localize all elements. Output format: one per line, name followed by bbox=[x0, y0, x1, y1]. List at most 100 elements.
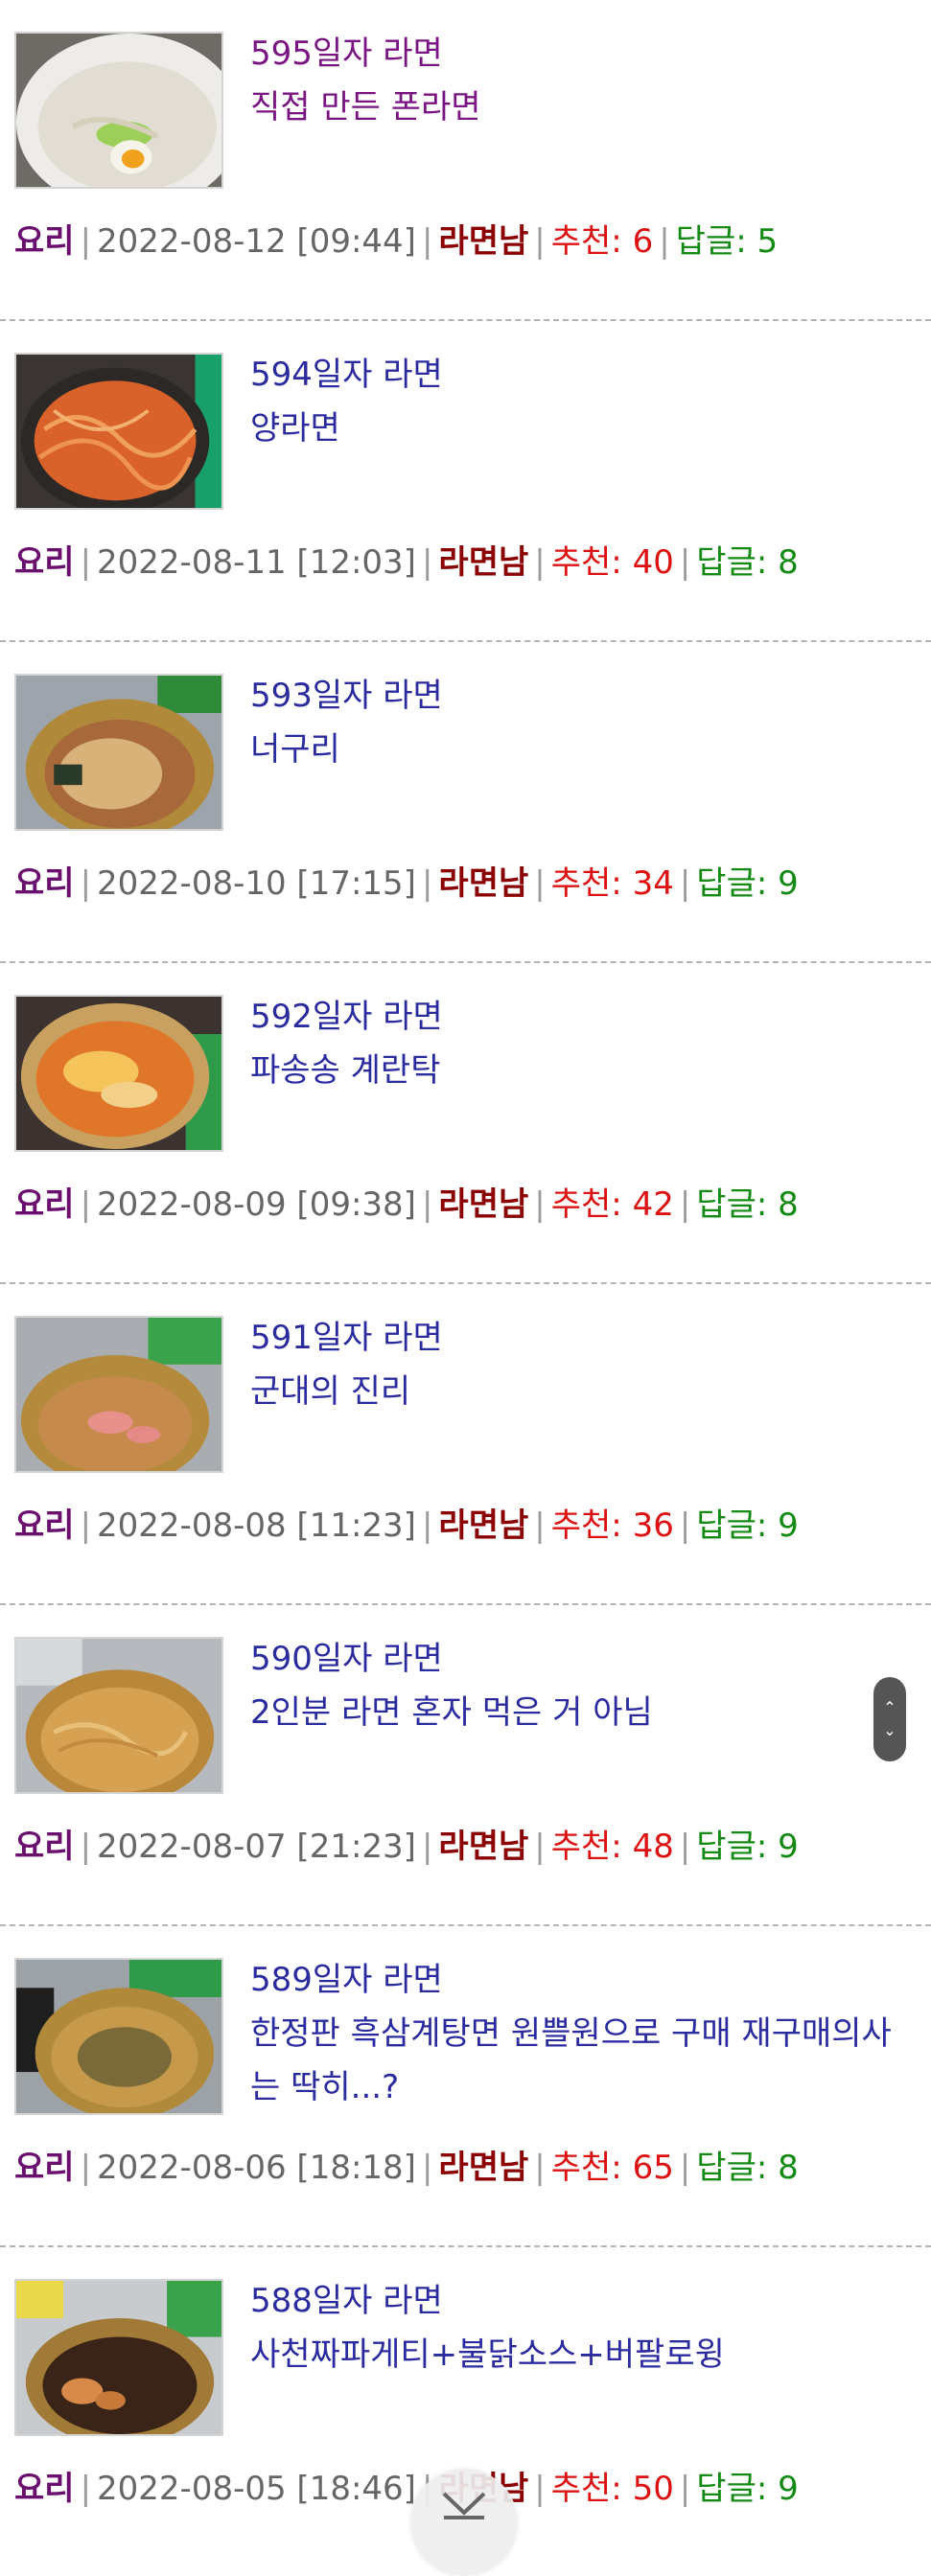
separator: | bbox=[421, 2149, 433, 2187]
chevron-down-icon: ⌄ bbox=[883, 1721, 896, 1739]
separator: | bbox=[421, 1828, 433, 1866]
recommend-count: 48 bbox=[632, 1828, 674, 1866]
category-label[interactable]: 요리 bbox=[14, 222, 75, 261]
author-name[interactable]: 라면남 bbox=[438, 1185, 528, 1224]
post-thumbnail[interactable] bbox=[14, 1958, 223, 2115]
separator: | bbox=[421, 222, 433, 261]
separator: | bbox=[679, 1185, 691, 1224]
separator: | bbox=[679, 864, 691, 903]
author-name[interactable]: 라면남 bbox=[438, 1828, 528, 1866]
post-day-link[interactable]: 595일자 라면 bbox=[250, 27, 902, 80]
post-date: 2022-08-08 [11:23] bbox=[97, 1506, 416, 1545]
post-meta: 요리 | 2022-08-10 [17:15] | 라면남 | 추천: 34 | 답글: 9 bbox=[14, 857, 799, 910]
list-item: 589일자 라면 한정판 흑삼계탕면 원쁠원으로 구매 재구매의사는 딱히...… bbox=[0, 1926, 931, 2247]
separator: | bbox=[679, 1828, 691, 1866]
post-day-link[interactable]: 593일자 라면 bbox=[250, 669, 902, 723]
reply-count: 8 bbox=[778, 2149, 799, 2187]
post-thumbnail[interactable] bbox=[14, 1637, 223, 1794]
reply-label: 답글: bbox=[696, 1185, 768, 1224]
chevron-down-icon bbox=[442, 2492, 486, 2519]
post-title-link[interactable]: 직접 만든 폰라면 bbox=[250, 80, 902, 134]
reply-count: 9 bbox=[778, 2470, 799, 2508]
reply-count: 8 bbox=[778, 1185, 799, 1224]
post-title-link[interactable]: 양라면 bbox=[250, 402, 902, 455]
post-thumbnail[interactable] bbox=[14, 995, 223, 1152]
author-name[interactable]: 라면남 bbox=[438, 1506, 528, 1545]
scroll-handle[interactable]: ⌃ ⌄ bbox=[873, 1677, 906, 1761]
separator: | bbox=[659, 222, 670, 261]
recommend-label: 추천: bbox=[550, 222, 622, 261]
post-title-link[interactable]: 군대의 진리 bbox=[250, 1365, 902, 1418]
post-list: 595일자 라면 직접 만든 폰라면 요리 | 2022-08-12 [09:44]… bbox=[0, 0, 931, 2568]
post-date: 2022-08-06 [18:18] bbox=[97, 2149, 416, 2187]
separator: | bbox=[534, 2149, 546, 2187]
list-item: 595일자 라면 직접 만든 폰라면 요리 | 2022-08-12 [09:44]… bbox=[0, 0, 931, 321]
post-thumbnail[interactable] bbox=[14, 674, 223, 831]
post-meta: 요리 | 2022-08-12 [09:44] | 라면남 | 추천: 6 | 답글: 5 bbox=[14, 215, 778, 268]
list-item: 590일자 라면 2인분 라면 혼자 먹은 거 아님 요리 | 2022-08-07… bbox=[0, 1605, 931, 1926]
list-item: 593일자 라면 너구리 요리 | 2022-08-10 [17:15] | 라면남 | 추… bbox=[0, 642, 931, 963]
post-meta: 요리 | 2022-08-06 [18:18] | 라면남 | 추천: 65 | 답글: 8 bbox=[14, 2141, 799, 2195]
separator: | bbox=[679, 1506, 691, 1545]
recommend-label: 추천: bbox=[550, 1185, 622, 1224]
category-label[interactable]: 요리 bbox=[14, 1828, 75, 1866]
scroll-down-button[interactable] bbox=[410, 2469, 518, 2576]
recommend-label: 추천: bbox=[550, 864, 622, 903]
post-title-link[interactable]: 한정판 흑삼계탕면 원쁠원으로 구매 재구매의사는 딱히...? bbox=[250, 2007, 902, 2114]
list-item: 594일자 라면 양라면 요리 | 2022-08-11 [12:03] | 라면남 | 추… bbox=[0, 321, 931, 642]
list-item: 591일자 라면 군대의 진리 요리 | 2022-08-08 [11:23] | 라면… bbox=[0, 1284, 931, 1605]
post-meta: 요리 | 2022-08-11 [12:03] | 라면남 | 추천: 40 | 답글: 8 bbox=[14, 536, 799, 589]
recommend-count: 6 bbox=[632, 222, 654, 261]
author-name[interactable]: 라면남 bbox=[438, 222, 528, 261]
list-item: 592일자 라면 파송송 계란탁 요리 | 2022-08-09 [09:38] | 라… bbox=[0, 963, 931, 1284]
author-name[interactable]: 라면남 bbox=[438, 2149, 528, 2187]
post-date: 2022-08-09 [09:38] bbox=[97, 1185, 416, 1224]
separator: | bbox=[679, 2470, 691, 2508]
separator: | bbox=[80, 2470, 92, 2508]
separator: | bbox=[534, 1828, 546, 1866]
author-name[interactable]: 라면남 bbox=[438, 543, 528, 582]
recommend-count: 50 bbox=[632, 2470, 674, 2508]
category-label[interactable]: 요리 bbox=[14, 543, 75, 582]
category-label[interactable]: 요리 bbox=[14, 2470, 75, 2508]
post-day-link[interactable]: 592일자 라면 bbox=[250, 990, 902, 1044]
separator: | bbox=[534, 1506, 546, 1545]
recommend-count: 36 bbox=[632, 1506, 674, 1545]
recommend-count: 65 bbox=[632, 2149, 674, 2187]
separator: | bbox=[80, 543, 92, 582]
post-day-link[interactable]: 591일자 라면 bbox=[250, 1311, 902, 1365]
reply-count: 9 bbox=[778, 1828, 799, 1866]
author-name[interactable]: 라면남 bbox=[438, 864, 528, 903]
post-title-link[interactable]: 너구리 bbox=[250, 723, 902, 776]
post-thumbnail[interactable] bbox=[14, 2279, 223, 2436]
post-title-link[interactable]: 파송송 계란탁 bbox=[250, 1044, 902, 1097]
separator: | bbox=[534, 1185, 546, 1224]
separator: | bbox=[80, 222, 92, 261]
post-day-link[interactable]: 589일자 라면 bbox=[250, 1953, 902, 2007]
reply-count: 8 bbox=[778, 543, 799, 582]
separator: | bbox=[421, 1185, 433, 1224]
post-day-link[interactable]: 590일자 라면 bbox=[250, 1632, 902, 1686]
post-thumbnail[interactable] bbox=[14, 32, 223, 189]
recommend-label: 추천: bbox=[550, 1828, 622, 1866]
post-title-link[interactable]: 2인분 라면 혼자 먹은 거 아님 bbox=[250, 1686, 902, 1739]
post-thumbnail[interactable] bbox=[14, 353, 223, 510]
category-label[interactable]: 요리 bbox=[14, 1506, 75, 1545]
reply-label: 답글: bbox=[696, 1506, 768, 1545]
recommend-label: 추천: bbox=[550, 543, 622, 582]
reply-count: 9 bbox=[778, 1506, 799, 1545]
category-label[interactable]: 요리 bbox=[14, 1185, 75, 1224]
separator: | bbox=[421, 864, 433, 903]
post-day-link[interactable]: 588일자 라면 bbox=[250, 2274, 902, 2328]
reply-count: 9 bbox=[778, 864, 799, 903]
separator: | bbox=[534, 222, 546, 261]
post-day-link[interactable]: 594일자 라면 bbox=[250, 348, 902, 402]
separator: | bbox=[421, 1506, 433, 1545]
category-label[interactable]: 요리 bbox=[14, 2149, 75, 2187]
post-title-link[interactable]: 사천짜파게티+불닭소스+버팔로윙 bbox=[250, 2328, 902, 2381]
recommend-count: 34 bbox=[632, 864, 674, 903]
category-label[interactable]: 요리 bbox=[14, 864, 75, 903]
post-thumbnail[interactable] bbox=[14, 1316, 223, 1473]
reply-label: 답글: bbox=[696, 2149, 768, 2187]
separator: | bbox=[80, 1506, 92, 1545]
